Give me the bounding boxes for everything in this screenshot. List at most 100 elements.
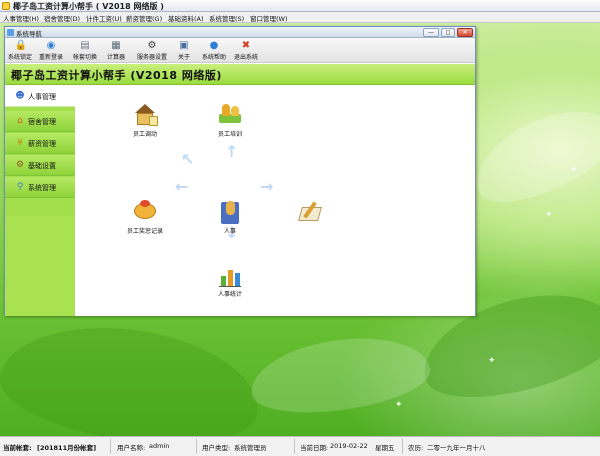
training-icon xyxy=(216,102,244,128)
sidebar: ☻ 人事管理 ⌂ 宿舍管理 ¥ 薪资管理 ⚙ 基础设置 ⚲ 系统管理 xyxy=(5,86,75,316)
toolbar-calculator-button[interactable]: ▦ 计算器 xyxy=(104,40,128,62)
toolbar-help-button[interactable]: ● 系统帮助 xyxy=(199,40,229,62)
user-type-value: 系统管理员 xyxy=(234,444,267,452)
house-icon: ⌂ xyxy=(17,116,23,126)
status-divider xyxy=(110,439,111,454)
sidebar-item-system[interactable]: ⚲ 系统管理 xyxy=(5,177,75,198)
key-icon: ⚲ xyxy=(16,182,24,192)
house-icon xyxy=(131,102,159,128)
leaf-decoration xyxy=(246,327,434,423)
employee-training-node[interactable]: 员工培训 xyxy=(200,102,260,138)
employee-reward-node[interactable]: 员工奖惩记录 xyxy=(115,199,175,235)
menu-item-dormitory[interactable]: 宿舍管理(D) xyxy=(44,13,80,23)
exit-icon: ✖ xyxy=(241,40,251,51)
statistics-icon xyxy=(216,262,244,288)
sidebar-item-label: 基础设置 xyxy=(28,162,56,170)
sidebar-item-label: 宿舍管理 xyxy=(28,118,56,126)
node-caption: 人事 xyxy=(223,228,236,235)
sidebar-item-label: 系统管理 xyxy=(28,184,56,192)
status-divider xyxy=(294,439,295,454)
lunar-date-value: 二零一九年一月十八 xyxy=(427,444,486,452)
leaf-decoration xyxy=(462,91,600,219)
sidebar-item-personnel[interactable]: ☻ 人事管理 xyxy=(5,86,75,107)
status-bar: 当前帐套: [201811月份帐套] 用户名称: admin 用户类型: 系统管… xyxy=(0,436,600,456)
sidebar-item-salary[interactable]: ¥ 薪资管理 xyxy=(5,133,75,154)
current-date-value: 2019-02-22 xyxy=(330,442,368,450)
toolbar-server-settings-button[interactable]: ⚙ 服务器设置 xyxy=(132,40,172,62)
settings-icon: ⚙ xyxy=(15,160,25,170)
nav-window-title-bar[interactable]: 系统导航 — ◻ ✕ xyxy=(5,27,475,38)
menu-bar: 人事管理(H) 宿舍管理(D) 计件工资(U) 薪资管理(G) 基础资料(A) … xyxy=(0,12,600,23)
reward-icon xyxy=(131,199,159,225)
menu-item-personnel[interactable]: 人事管理(H) xyxy=(3,13,39,23)
document-edit-icon xyxy=(296,199,324,225)
sidebar-item-label: 人事管理 xyxy=(28,93,56,101)
menu-item-piecework[interactable]: 计件工资(U) xyxy=(86,13,122,23)
nav-window-title: 系统导航 xyxy=(16,30,42,38)
toolbar-about-button[interactable]: ▣ 关于 xyxy=(175,40,193,62)
account-label: 当前帐套: xyxy=(3,444,32,452)
menu-item-salary[interactable]: 薪资管理(G) xyxy=(126,13,162,23)
menu-item-basic-data[interactable]: 基础资料(A) xyxy=(168,13,204,23)
node-caption: 员工奖惩记录 xyxy=(126,228,163,235)
user-name-value: admin xyxy=(149,442,170,450)
minimize-button[interactable]: — xyxy=(423,28,439,37)
document-edit-node[interactable] xyxy=(280,199,340,225)
globe-icon: ◉ xyxy=(46,40,56,51)
money-icon: ¥ xyxy=(17,138,23,148)
personnel-center-node[interactable]: 人事 xyxy=(200,199,260,235)
toolbar-relogin-button[interactable]: ◉ 重新登录 xyxy=(36,40,66,62)
sidebar-item-label: 薪资管理 xyxy=(28,140,56,148)
sidebar-item-dormitory[interactable]: ⌂ 宿舍管理 xyxy=(5,111,75,132)
toolbar-lock-button[interactable]: 🔒 系统锁定 xyxy=(7,40,33,62)
toolbar-label: 退出系统 xyxy=(233,54,258,61)
lunar-date-label: 农历: xyxy=(408,444,424,452)
banner-title: 椰子岛工资计算小帮手 (V2018 网络版) xyxy=(11,69,222,82)
toolbar-switch-account-button[interactable]: ▤ 帐套切换 xyxy=(70,40,100,62)
main-title-bar[interactable]: 椰子岛工资计算小帮手 ( V2018 网络版 ) xyxy=(0,0,600,12)
lock-icon: 🔒 xyxy=(14,40,27,51)
about-icon: ▣ xyxy=(179,40,189,51)
server-gear-icon: ⚙ xyxy=(147,40,157,51)
user-type-label: 用户类型: xyxy=(202,444,231,452)
toolbar-label: 关于 xyxy=(177,54,190,61)
leaf-decoration xyxy=(0,312,267,436)
arrow-up: ↑ xyxy=(225,142,239,161)
sparkle-decoration: ✦ xyxy=(395,400,403,410)
calculator-icon: ▦ xyxy=(111,40,121,51)
employee-transfer-node[interactable]: 员工调动 xyxy=(115,102,175,138)
arrow-up-left: ↖ xyxy=(181,150,195,169)
weekday-value: 星期五 xyxy=(375,444,395,452)
restore-button[interactable]: ◻ xyxy=(441,28,455,37)
sparkle-decoration: ✦ xyxy=(570,165,578,175)
node-caption: 人事统计 xyxy=(217,291,242,298)
sidebar-item-basic-settings[interactable]: ⚙ 基础设置 xyxy=(5,155,75,176)
toolbar-label: 系统锁定 xyxy=(7,54,32,61)
personnel-statistics-node[interactable]: 人事统计 xyxy=(200,262,260,298)
arrow-right: → xyxy=(260,177,274,196)
toolbar-exit-button[interactable]: ✖ 退出系统 xyxy=(232,40,260,62)
sidebar-empty-area xyxy=(5,216,75,316)
toolbar-label: 系统帮助 xyxy=(201,54,226,61)
account-value: [201811月份帐套] xyxy=(37,444,97,452)
toolbar-label: 重新登录 xyxy=(38,54,63,61)
menu-item-system[interactable]: 系统管理(S) xyxy=(209,13,244,23)
workflow-panel: ↖ ↑ ← → ↓ 员工调动 员工培训 员工奖惩记录 人事 人事统计 xyxy=(75,86,475,316)
toolbar-label: 帐套切换 xyxy=(72,54,97,61)
sparkle-decoration: ✦ xyxy=(545,210,553,220)
status-divider xyxy=(196,439,197,454)
menu-item-window[interactable]: 窗口管理(W) xyxy=(250,13,288,23)
node-caption: 员工培训 xyxy=(217,131,242,138)
book-person-icon xyxy=(216,199,244,225)
nav-window-icon xyxy=(7,29,14,36)
help-icon: ● xyxy=(209,40,219,51)
close-button[interactable]: ✕ xyxy=(457,28,473,37)
arrow-left: ← xyxy=(175,177,189,196)
status-divider xyxy=(402,439,403,454)
user-name-label: 用户名称: xyxy=(117,444,146,452)
app-banner: 椰子岛工资计算小帮手 (V2018 网络版) xyxy=(5,64,475,85)
node-caption: 员工调动 xyxy=(132,131,157,138)
current-date-label: 当前日期: xyxy=(300,444,329,452)
switch-icon: ▤ xyxy=(80,40,90,51)
toolbar: 🔒 系统锁定 ◉ 重新登录 ▤ 帐套切换 ▦ 计算器 ⚙ 服务器设置 ▣ 关于 … xyxy=(5,39,475,63)
